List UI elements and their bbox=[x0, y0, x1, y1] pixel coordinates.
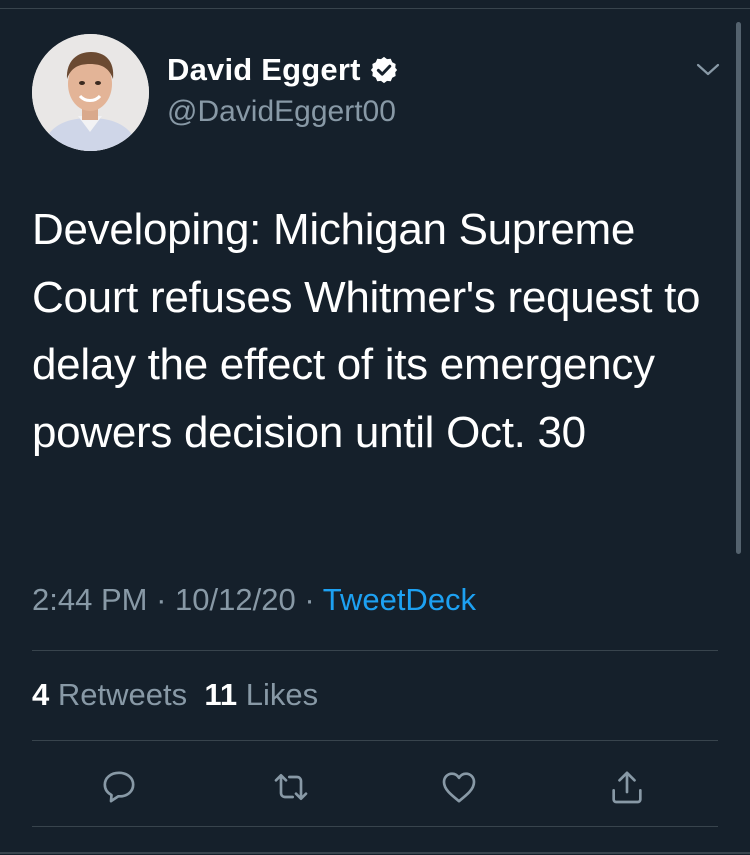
stats-top-divider bbox=[32, 650, 718, 651]
bottom-divider bbox=[0, 852, 750, 854]
actions-top-divider bbox=[32, 740, 718, 741]
heart-icon bbox=[442, 772, 476, 803]
author-display-name[interactable]: David Eggert bbox=[167, 52, 361, 88]
actions-bottom-divider bbox=[32, 826, 718, 827]
reply-button[interactable] bbox=[98, 766, 140, 808]
avatar[interactable] bbox=[32, 34, 149, 151]
like-button[interactable] bbox=[438, 766, 480, 808]
share-icon bbox=[612, 771, 642, 804]
retweets-count: 4 bbox=[32, 677, 50, 712]
scrollbar[interactable] bbox=[736, 22, 741, 554]
author-handle[interactable]: @DavidEggert00 bbox=[167, 95, 396, 129]
tweet-time[interactable]: 2:44 PM bbox=[32, 582, 147, 617]
retweet-button[interactable] bbox=[270, 766, 312, 808]
author-name-row[interactable]: David Eggert bbox=[167, 52, 399, 88]
likes-stat[interactable]: 11 Likes bbox=[204, 677, 318, 712]
likes-count: 11 bbox=[204, 677, 238, 712]
tweet-date[interactable]: 10/12/20 bbox=[175, 582, 296, 617]
tweet-metadata: 2:44 PM · 10/12/20 · TweetDeck bbox=[32, 582, 476, 618]
retweet-icon bbox=[274, 774, 308, 800]
profile-photo-icon bbox=[32, 34, 149, 151]
reply-icon bbox=[103, 771, 135, 803]
tweet-source-link[interactable]: TweetDeck bbox=[323, 582, 476, 617]
chevron-down-icon[interactable] bbox=[694, 60, 722, 80]
separator: · bbox=[156, 582, 167, 617]
top-divider bbox=[0, 8, 750, 9]
separator: · bbox=[304, 582, 315, 617]
tweet-stats: 4 Retweets 11 Likes bbox=[32, 677, 318, 713]
retweets-label: Retweets bbox=[57, 677, 188, 712]
retweets-stat[interactable]: 4 Retweets bbox=[32, 677, 187, 712]
share-button[interactable] bbox=[606, 766, 648, 808]
likes-label: Likes bbox=[245, 677, 319, 712]
verified-badge-icon bbox=[369, 55, 399, 85]
tweet-text: Developing: Michigan Supreme Court refus… bbox=[32, 205, 701, 457]
